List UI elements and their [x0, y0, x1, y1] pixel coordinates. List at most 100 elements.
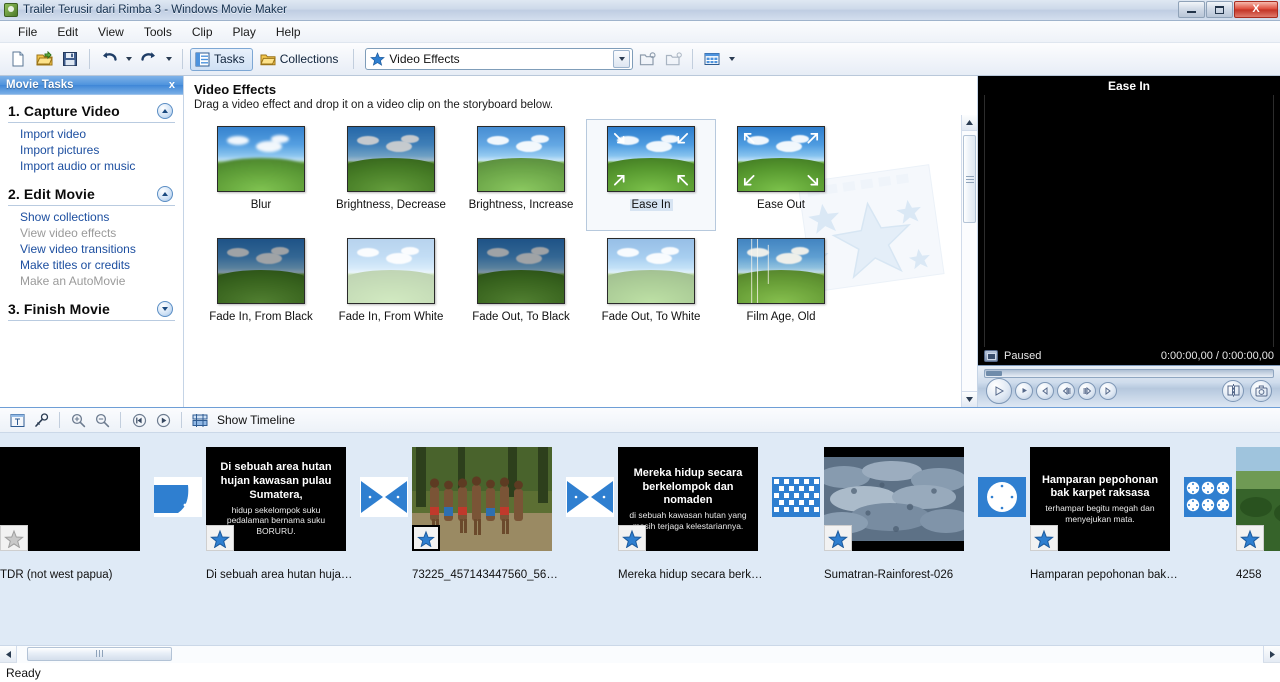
clip-effect-badge[interactable] [1236, 525, 1264, 551]
storyboard-transition-5[interactable] [974, 447, 1030, 517]
effect-item-fade-in-from-black[interactable]: Fade In, From Black [196, 231, 326, 343]
effect-item-brightness-increase[interactable]: Brightness, Increase [456, 119, 586, 231]
clip-effect-badge[interactable] [412, 525, 440, 551]
link-make-titles-or-credits[interactable]: Make titles or credits [0, 257, 183, 273]
new-project-button[interactable] [6, 47, 30, 71]
redo-button[interactable] [137, 47, 161, 71]
scroll-up-button[interactable] [962, 115, 977, 131]
new-collection-button[interactable] [661, 47, 685, 71]
menu-play[interactable]: Play [223, 22, 266, 42]
effect-item-brightness-decrease[interactable]: Brightness, Decrease [326, 119, 456, 231]
clip-effect-badge[interactable] [206, 525, 234, 551]
clip-thumbnail[interactable]: Hamparan pepohonan bak karpet raksasa te… [1030, 447, 1170, 551]
storyboard-transition-3[interactable] [562, 447, 618, 517]
undo-dropdown-button[interactable] [123, 47, 135, 71]
storyboard-area[interactable]: TDR (not west papua) Di sebuah area huta… [0, 433, 1280, 645]
storyboard-clip-7[interactable]: 4258 [1236, 447, 1280, 581]
transition-thumbnail[interactable] [772, 477, 820, 517]
link-view-video-transitions[interactable]: View video transitions [0, 241, 183, 257]
scroll-down-button[interactable] [962, 391, 977, 407]
transition-thumbnail[interactable] [154, 477, 202, 517]
effect-item-fade-out-to-black[interactable]: Fade Out, To Black [456, 231, 586, 343]
collapse-chevron-up-icon[interactable] [157, 103, 173, 119]
open-project-button[interactable] [32, 47, 56, 71]
storyboard-clip-4[interactable]: Mereka hidup secara berkelompok dan noma… [618, 447, 768, 581]
forward-button[interactable] [1078, 381, 1096, 400]
preview-seekbar[interactable] [984, 369, 1274, 378]
play-timeline-button[interactable] [152, 410, 174, 430]
scroll-left-button[interactable] [0, 645, 17, 663]
link-import-pictures[interactable]: Import pictures [0, 142, 183, 158]
transition-thumbnail[interactable] [360, 477, 408, 517]
effect-item-blur[interactable]: Blur [196, 119, 326, 231]
views-button[interactable] [700, 47, 724, 71]
effect-item-ease-in[interactable]: Ease In [586, 119, 716, 231]
scroll-right-button[interactable] [1263, 645, 1280, 663]
menu-tools[interactable]: Tools [134, 22, 182, 42]
effects-vertical-scrollbar[interactable] [961, 115, 977, 407]
section-finish-movie[interactable]: 3. Finish Movie [0, 299, 183, 319]
link-import-audio-or-music[interactable]: Import audio or music [0, 158, 183, 174]
expand-chevron-down-icon[interactable] [157, 301, 173, 317]
zoom-in-button[interactable] [67, 410, 89, 430]
menu-view[interactable]: View [88, 22, 134, 42]
storyboard-transition-6[interactable] [1180, 447, 1236, 517]
transition-thumbnail[interactable] [978, 477, 1026, 517]
menu-clip[interactable]: Clip [182, 22, 223, 42]
effect-item-film-age-old[interactable]: Film Age, Old [716, 231, 846, 343]
rewind-button[interactable] [1057, 381, 1075, 400]
collapse-chevron-up-icon[interactable] [157, 186, 173, 202]
section-edit-movie[interactable]: 2. Edit Movie [0, 184, 183, 204]
effect-item-ease-out[interactable]: Ease Out [716, 119, 846, 231]
clip-thumbnail[interactable] [412, 447, 552, 551]
storyboard-clip-3[interactable]: 73225_457143447560_56782... [412, 447, 562, 581]
collections-toggle-button[interactable]: Collections [255, 48, 347, 71]
split-clip-button[interactable] [1222, 379, 1244, 402]
tasks-toggle-button[interactable]: Tasks [190, 47, 253, 71]
narrate-timeline-button[interactable] [30, 410, 52, 430]
minimize-button[interactable] [1178, 1, 1205, 18]
clip-effect-badge[interactable] [1030, 525, 1058, 551]
section-capture-video[interactable]: 1. Capture Video [0, 101, 183, 121]
clip-effect-badge[interactable] [618, 525, 646, 551]
scrollbar-thumb[interactable] [27, 646, 172, 661]
storyboard-transition-2[interactable] [356, 447, 412, 517]
next-frame-button[interactable] [1099, 381, 1117, 400]
collection-combobox[interactable]: Video Effects [365, 48, 634, 70]
take-picture-button[interactable] [1250, 379, 1272, 402]
save-project-button[interactable] [58, 47, 82, 71]
zoom-out-button[interactable] [91, 410, 113, 430]
rewind-timeline-button[interactable] [128, 410, 150, 430]
scrollbar-track[interactable] [17, 645, 1263, 663]
effect-item-fade-out-to-white[interactable]: Fade Out, To White [586, 231, 716, 343]
previous-frame-button[interactable] [1036, 381, 1054, 400]
clip-thumbnail[interactable]: Mereka hidup secara berkelompok dan noma… [618, 447, 758, 551]
storyboard-clip-1[interactable]: TDR (not west papua) [0, 447, 150, 581]
clip-effect-badge[interactable] [0, 525, 28, 551]
storyboard-view-button[interactable] [6, 410, 28, 430]
play-button[interactable] [986, 377, 1012, 404]
clip-thumbnail[interactable]: Di sebuah area hutan hujan kawasan pulau… [206, 447, 346, 551]
show-timeline-button[interactable] [189, 410, 211, 430]
seekbar-thumb[interactable] [986, 371, 1002, 376]
clip-thumbnail[interactable] [1236, 447, 1280, 551]
redo-dropdown-button[interactable] [163, 47, 175, 71]
undo-button[interactable] [97, 47, 121, 71]
scrollbar-thumb[interactable] [963, 135, 976, 223]
clip-effect-badge[interactable] [824, 525, 852, 551]
storyboard-clip-2[interactable]: Di sebuah area hutan hujan kawasan pulau… [206, 447, 356, 581]
views-dropdown-button[interactable] [726, 47, 738, 71]
storyboard-clip-5[interactable]: Sumatran-Rainforest-026 [824, 447, 974, 581]
menu-help[interactable]: Help [266, 22, 311, 42]
storyboard-horizontal-scrollbar[interactable] [0, 645, 1280, 663]
storyboard-transition-1[interactable] [150, 447, 206, 517]
link-import-video[interactable]: Import video [0, 126, 183, 142]
storyboard-transition-4[interactable] [768, 447, 824, 517]
close-tasks-pane-button[interactable]: x [167, 79, 177, 91]
new-collection-folder-button[interactable] [635, 47, 659, 71]
close-button[interactable]: X [1234, 1, 1278, 18]
clip-thumbnail[interactable] [824, 447, 964, 551]
clip-thumbnail[interactable] [0, 447, 140, 551]
scrollbar-track[interactable] [962, 131, 977, 391]
stop-button[interactable] [1015, 381, 1033, 400]
